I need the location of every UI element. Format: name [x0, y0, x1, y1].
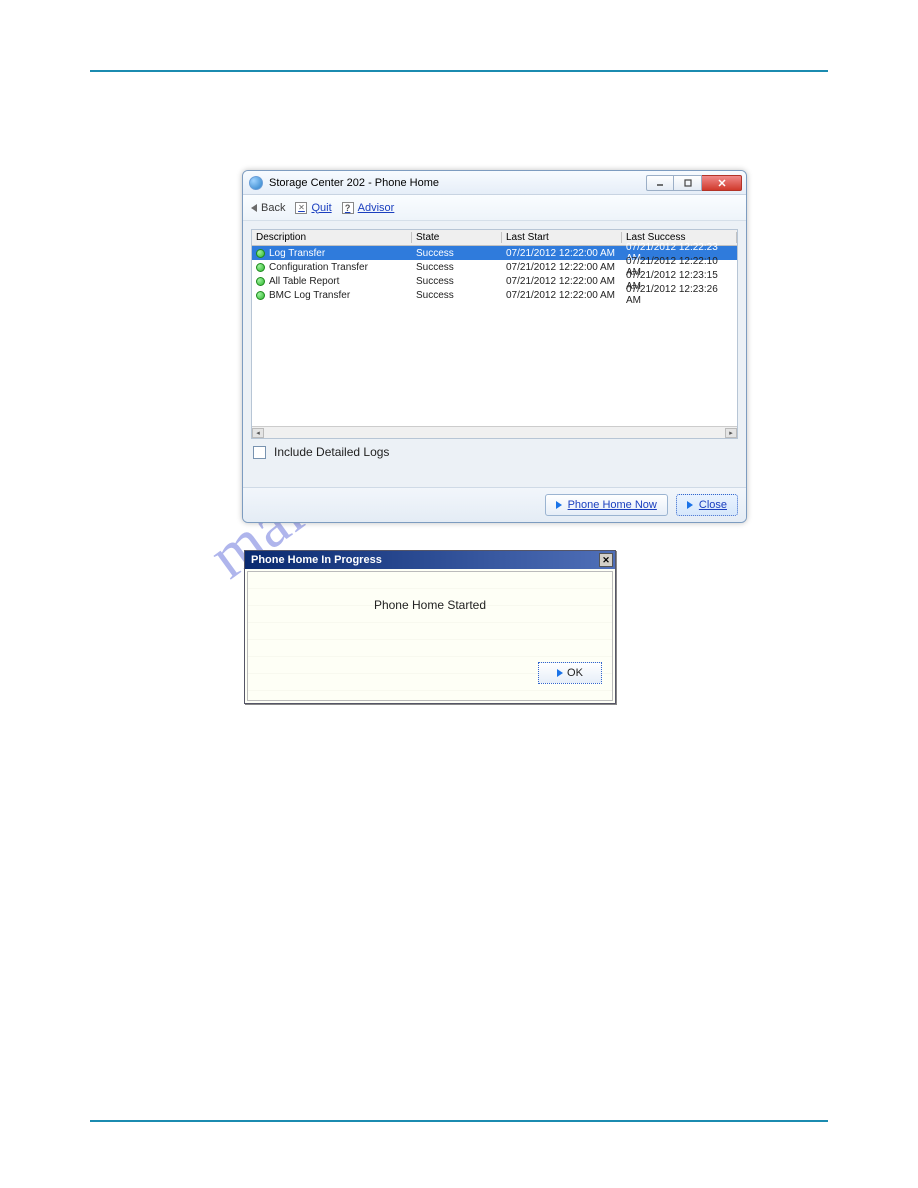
- status-dot-icon: [256, 249, 265, 258]
- window-title: Storage Center 202 - Phone Home: [269, 177, 439, 189]
- row-desc: Log Transfer: [269, 248, 325, 259]
- row-last-start: 07/21/2012 12:22:00 AM: [502, 276, 622, 287]
- row-desc: BMC Log Transfer: [269, 290, 350, 301]
- phone-home-dialog: Storage Center 202 - Phone Home Back ✕ Q…: [242, 170, 747, 523]
- toolbar: Back ✕ Quit ? Advisor: [243, 195, 746, 221]
- row-state: Success: [412, 262, 502, 273]
- row-last-success: 07/21/2012 12:23:26 AM: [622, 284, 737, 306]
- include-detailed-logs-label: Include Detailed Logs: [274, 445, 389, 459]
- x-icon: ✕: [295, 202, 307, 214]
- advisor-label: Advisor: [358, 202, 395, 214]
- progress-title: Phone Home In Progress: [251, 554, 382, 566]
- app-icon: [249, 176, 263, 190]
- row-desc: All Table Report: [269, 276, 339, 287]
- bottom-rule: [90, 1120, 828, 1122]
- close-dialog-button[interactable]: Close: [676, 494, 738, 516]
- close-dialog-label: Close: [699, 499, 727, 511]
- maximize-button[interactable]: [674, 175, 702, 191]
- arrow-right-icon: [557, 669, 563, 677]
- close-button[interactable]: [702, 175, 742, 191]
- phone-home-now-label: Phone Home Now: [568, 499, 657, 511]
- row-last-start: 07/21/2012 12:22:00 AM: [502, 248, 622, 259]
- advisor-link[interactable]: ? Advisor: [342, 202, 395, 214]
- phone-home-now-button[interactable]: Phone Home Now: [545, 494, 668, 516]
- button-bar: Phone Home Now Close: [243, 487, 746, 522]
- minimize-button[interactable]: [646, 175, 674, 191]
- arrow-left-icon: [251, 204, 257, 212]
- back-button[interactable]: Back: [251, 202, 285, 214]
- back-label: Back: [261, 202, 285, 214]
- include-detailed-logs-checkbox[interactable]: [253, 446, 266, 459]
- top-rule: [90, 70, 828, 72]
- table-row[interactable]: BMC Log Transfer Success07/21/2012 12:22:…: [252, 288, 737, 302]
- row-state: Success: [412, 290, 502, 301]
- col-last-start[interactable]: Last Start: [502, 232, 622, 243]
- row-last-start: 07/21/2012 12:22:00 AM: [502, 262, 622, 273]
- status-dot-icon: [256, 277, 265, 286]
- col-state[interactable]: State: [412, 232, 502, 243]
- row-state: Success: [412, 276, 502, 287]
- col-description[interactable]: Description: [252, 232, 412, 243]
- progress-close-button[interactable]: ✕: [599, 553, 613, 567]
- progress-titlebar[interactable]: Phone Home In Progress ✕: [245, 551, 615, 569]
- scroll-track[interactable]: [264, 428, 725, 438]
- status-dot-icon: [256, 291, 265, 300]
- row-state: Success: [412, 248, 502, 259]
- status-dot-icon: [256, 263, 265, 272]
- progress-dialog: Phone Home In Progress ✕ Phone Home Star…: [244, 550, 616, 704]
- scroll-right-button[interactable]: ▸: [725, 428, 737, 438]
- transfer-table[interactable]: Description State Last Start Last Succes…: [251, 229, 738, 439]
- titlebar[interactable]: Storage Center 202 - Phone Home: [243, 171, 746, 195]
- ok-button[interactable]: OK: [538, 662, 602, 684]
- quit-link[interactable]: ✕ Quit: [295, 202, 331, 214]
- row-last-start: 07/21/2012 12:22:00 AM: [502, 290, 622, 301]
- ok-label: OK: [567, 667, 583, 679]
- row-desc: Configuration Transfer: [269, 262, 368, 273]
- horizontal-scrollbar[interactable]: ◂ ▸: [252, 426, 737, 438]
- scroll-left-button[interactable]: ◂: [252, 428, 264, 438]
- arrow-right-icon: [556, 501, 562, 509]
- quit-label: Quit: [311, 202, 331, 214]
- arrow-right-icon: [687, 501, 693, 509]
- question-icon: ?: [342, 202, 354, 214]
- progress-message: Phone Home Started: [248, 598, 612, 612]
